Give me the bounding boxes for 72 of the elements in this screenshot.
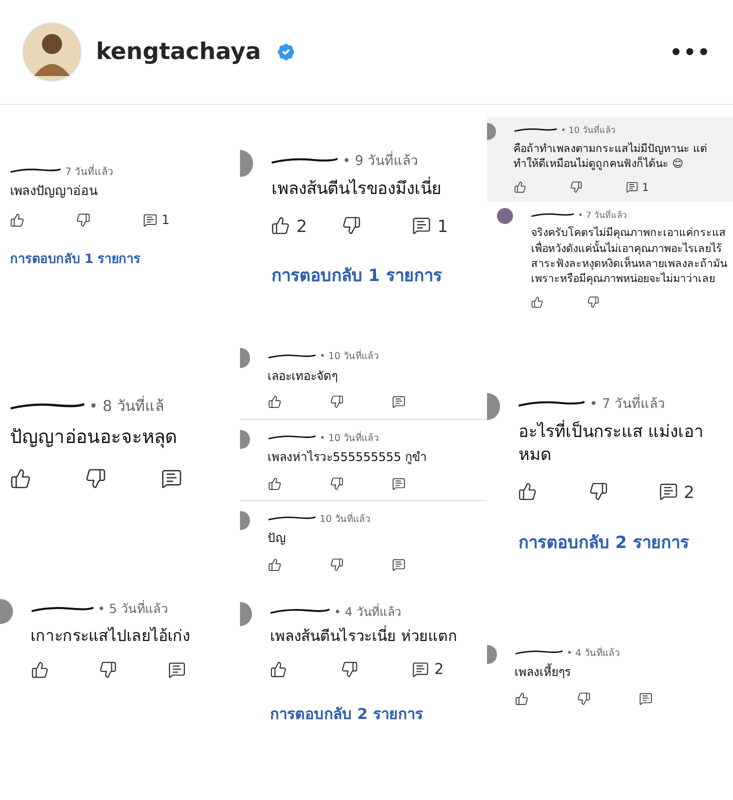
reply-count: 1	[642, 180, 649, 194]
comment-text: เพลงเหี้ยๆร	[514, 664, 572, 681]
like-count: 2	[296, 216, 308, 236]
dislike-icon[interactable]	[330, 476, 344, 490]
dislike-icon[interactable]	[330, 558, 344, 572]
reply-icon[interactable]	[160, 468, 182, 490]
reply-icon[interactable]	[392, 558, 406, 572]
comment-time: • 4 วันที่แล้ว	[566, 645, 620, 660]
dislike-icon[interactable]	[588, 482, 608, 502]
comment-text: เพลงส้นตีนไรวะเนี่ย ห่วยแตก	[270, 626, 458, 647]
reply-icon[interactable]	[168, 660, 186, 679]
replies-link[interactable]: การตอบกลับ 2 รายการ	[270, 702, 483, 726]
replies-link[interactable]: การตอบกลับ 1 รายการ	[10, 248, 236, 270]
like-icon[interactable]	[514, 181, 526, 194]
dislike-icon[interactable]	[576, 692, 591, 706]
dislike-icon[interactable]	[330, 395, 344, 409]
reply-icon[interactable]	[658, 482, 678, 502]
reply-icon[interactable]	[392, 476, 406, 490]
reply-icon[interactable]	[412, 216, 432, 236]
like-icon[interactable]	[268, 395, 282, 409]
comment-text: เลอะเทอะจัดๆ	[268, 368, 339, 384]
like-icon[interactable]	[518, 482, 538, 502]
comment-time: • 10 วันที่แล้ว	[320, 348, 379, 364]
like-icon[interactable]	[10, 213, 24, 228]
comment-time: • 10 วันที่แล้ว	[320, 430, 379, 445]
reply-icon[interactable]	[392, 395, 406, 409]
comment-text: เกาะกระแสไปเลยไอ้เก่ง	[30, 624, 192, 647]
like-icon[interactable]	[270, 660, 287, 678]
comment-text: ปัญญาอ่อนอะจะหลุด	[10, 426, 178, 450]
comment-text: ปัญ	[268, 530, 287, 548]
dislike-icon[interactable]	[85, 468, 107, 490]
like-icon[interactable]	[268, 476, 282, 490]
comment-text: เพลงส้นตีนไรของมึงเนี่ย	[271, 176, 442, 200]
reply-icon[interactable]	[639, 692, 653, 706]
comment-time: • 7 วันที่แล้ว	[578, 208, 628, 222]
reply-count: 2	[434, 660, 444, 678]
reply-icon[interactable]	[142, 213, 158, 228]
like-icon[interactable]	[268, 558, 282, 572]
like-icon[interactable]	[271, 216, 290, 236]
reply-count: 1	[437, 216, 448, 236]
dislike-icon[interactable]	[570, 181, 582, 194]
like-icon[interactable]	[30, 660, 48, 679]
dislike-icon[interactable]	[342, 216, 361, 236]
comment-time: 7 วันที่แล้ว	[65, 163, 114, 179]
like-icon[interactable]	[10, 468, 32, 490]
profile-avatar[interactable]	[22, 22, 82, 82]
like-icon[interactable]	[530, 296, 544, 308]
comment-time: • 7 วันที่แล้ว	[590, 392, 666, 414]
dislike-icon[interactable]	[586, 296, 600, 308]
more-options-button[interactable]: •••	[670, 40, 711, 64]
reply-count: 2	[684, 482, 694, 502]
username[interactable]: kengtachaya	[96, 39, 261, 65]
dislike-icon[interactable]	[76, 213, 91, 228]
comment-time: • 9 วันที่แล้ว	[342, 150, 419, 171]
reply-icon[interactable]	[626, 181, 638, 194]
dislike-icon[interactable]	[341, 660, 358, 678]
comment-text: คือถ้าทำเพลงตามกระแสไม่มีปัญหานะ แต่ทำให้ดีเหมือนไม่ดูถูกคนฟังก็ได้นะ 😊	[514, 140, 708, 171]
comment-text: จริงครับโคตรไม่มีคุณภาพกะเอาแค่กระแสเพื่อหวังดังแค่นั้นไม่เอาคุณภาพอะไรเลยไร้สาระฟังละหงุดหงิดเห็นหลายเพลงละถ้ามันเพราะหรือมีคุณภาพหน่อยจะไม่มาว่าเลย	[530, 225, 728, 286]
reply-icon[interactable]	[412, 660, 429, 678]
comment-text: เพลงปัญญาอ่อน	[10, 183, 99, 202]
replies-link[interactable]: การตอบกลับ 2 รายการ	[518, 528, 729, 555]
comment-time: • 4 วันที่แล้ว	[334, 602, 402, 620]
comment-text: เพลงห่าไรวะ555555555 กูขำ	[268, 448, 428, 466]
comment-time: • 5 วันที่แล้ว	[98, 599, 168, 618]
dislike-icon[interactable]	[99, 660, 117, 679]
comment-time: • 8 วันที่แล้	[89, 394, 164, 418]
reply-count: 1	[161, 212, 170, 228]
comment-text: อะไรที่เป็นกระแส แม่งเอาหมด	[518, 420, 704, 466]
replies-link[interactable]: การตอบกลับ 1 รายการ	[271, 262, 483, 288]
like-icon[interactable]	[514, 692, 528, 706]
comment-time: • 10 วันที่แล้ว	[560, 123, 616, 137]
comment-time: 10 วันที่แล้ว	[320, 511, 370, 526]
